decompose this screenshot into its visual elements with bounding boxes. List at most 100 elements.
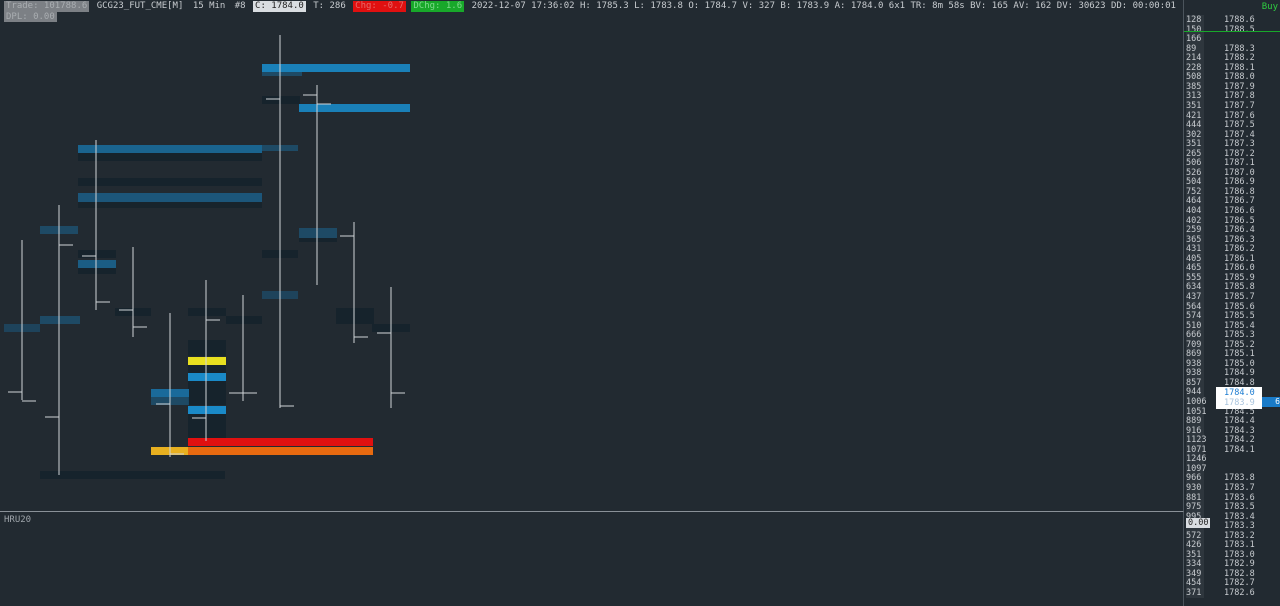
volume-cell: 564 [1186,301,1204,312]
price-cell: 1784.4 [1224,416,1255,427]
volume-cell: 404 [1186,206,1204,216]
volume-cell: 150 [1186,24,1204,35]
chart-pane[interactable]: Trade: 101788.6 GCG23_FUT_CME[M] 15 Min … [0,0,1184,512]
volume-cell: 166 [1186,34,1204,45]
price-cell: 1787.9 [1224,81,1255,92]
trade-label: Trade: 101788.6 [4,1,90,12]
price-cell: 1785.8 [1224,282,1255,293]
price-cell: 1783.2 [1224,530,1255,541]
price-cell: 1783.3 [1224,521,1255,532]
volume-cell: 334 [1186,559,1204,570]
price-cell: 1782.8 [1224,568,1255,579]
heat-cell [188,447,373,455]
heat-cell [78,145,262,153]
price-cell: 1784.2 [1224,435,1255,446]
price-cell: 1787.3 [1224,139,1255,150]
heat-cell [78,153,262,161]
volume-cell: 1071 [1186,444,1207,455]
volume-cell: 634 [1186,282,1204,293]
price-cell: 1786.3 [1224,234,1255,245]
chart-header: Trade: 101788.6 GCG23_FUT_CME[M] 15 Min … [4,1,1178,12]
change-badge: Chg: -0.7 [353,1,406,12]
symbol-label: GCG23_FUT_CME[M] [96,1,184,11]
price-cell: 1786.4 [1224,225,1255,236]
heat-cell [40,316,80,324]
volume-cell: 508 [1186,72,1204,83]
price-cell: 1788.3 [1224,43,1255,54]
price-cell: 1786.2 [1224,244,1255,255]
price-cell: 1783.8 [1224,473,1255,484]
volume-cell: 857 [1186,377,1204,388]
heat-cell [262,72,302,76]
price-cell: 1787.1 [1224,158,1255,169]
volume-cell: 402 [1186,215,1204,226]
tick-count: T: 286 [313,1,346,11]
volume-cell: 228 [1186,62,1204,73]
price-cell: 1786.0 [1224,263,1255,274]
volume-cell: 313 [1186,91,1204,102]
price-cell: 1786.1 [1224,253,1255,264]
volume-cell: 431 [1186,244,1204,255]
volume-cell: 351 [1186,549,1204,560]
close-value: C: 1784.0 [253,1,306,12]
bid-price: 1784.0 [1224,388,1255,398]
heat-cell [188,357,226,365]
price-cell: 1786.6 [1224,206,1255,216]
volume-cell: 89 [1186,43,1204,54]
heat-cell [336,316,374,324]
volume-cell: 975 [1186,502,1204,513]
volume-cell: 938 [1186,368,1204,379]
heat-cell [299,228,337,238]
volume-cell: 916 [1186,425,1204,436]
volume-cell: 504 [1186,177,1204,188]
heat-cell [78,178,262,186]
price-cell: 1788.6 [1224,15,1255,25]
volume-cell: 365 [1186,234,1204,245]
volume-cell: 1006 [1186,397,1207,407]
volume-cell: 555 [1186,272,1204,283]
volume-cell: 526 [1186,167,1204,178]
volume-cell: 421 [1186,110,1204,121]
bid-ask-box: 1784.0 1783.9 [1216,387,1262,409]
volume-cell: 465 [1186,263,1204,274]
volume-cell: 1246 [1186,454,1207,465]
volume-cell: 385 [1186,81,1204,92]
price-cell: 1788.2 [1224,53,1255,64]
volume-cell: 426 [1186,540,1204,551]
volume-cell: 510 [1186,320,1204,331]
price-axis[interactable]: Buy 128 1788.6 150 1788.5 166 89 1788.3 214 1788… [1184,0,1280,598]
indicator-pane[interactable]: HRU20 [0,512,1184,606]
volume-cell: 265 [1186,148,1204,159]
volume-cell: 966 [1186,473,1204,484]
heat-cell [336,308,374,316]
price-cell: 1784.9 [1224,368,1255,379]
price-cell: 1784.3 [1224,425,1255,436]
price-cell: 1787.5 [1224,120,1255,131]
price-cell: 1785.9 [1224,272,1255,283]
volume-cell: 405 [1186,253,1204,264]
bar-stats: 2022-12-07 17:36:02 H: 1785.3 L: 1783.8 … [471,1,1176,11]
dpl-value: DPL: 0.00 [4,12,57,22]
volume-cell: 574 [1186,311,1204,322]
heatmap-plot[interactable] [0,0,1184,512]
price-cell: 1783.4 [1224,511,1255,522]
price-cell: 1786.9 [1224,177,1255,188]
price-cell: 1785.3 [1224,330,1255,341]
interval-label: 15 Min [192,1,226,11]
volume-cell: 881 [1186,492,1204,503]
price-cell: 1783.7 [1224,482,1255,493]
volume-cell: 464 [1186,196,1204,207]
volume-cell: 351 [1186,100,1204,111]
price-cell: 1785.4 [1224,320,1255,331]
price-cell: 1782.7 [1224,578,1255,589]
price-cell: 1785.6 [1224,301,1255,312]
heat-cell [262,64,410,72]
volume-cell: 752 [1186,186,1204,197]
volume-cell: 1097 [1186,463,1207,474]
heat-cell [78,193,262,202]
price-cell: 1785.7 [1224,291,1255,302]
price-cell: 1788.1 [1224,62,1255,73]
heat-cell [40,471,225,479]
price-cell: 1782.6 [1224,588,1255,598]
buy-button[interactable]: Buy [1262,2,1278,12]
